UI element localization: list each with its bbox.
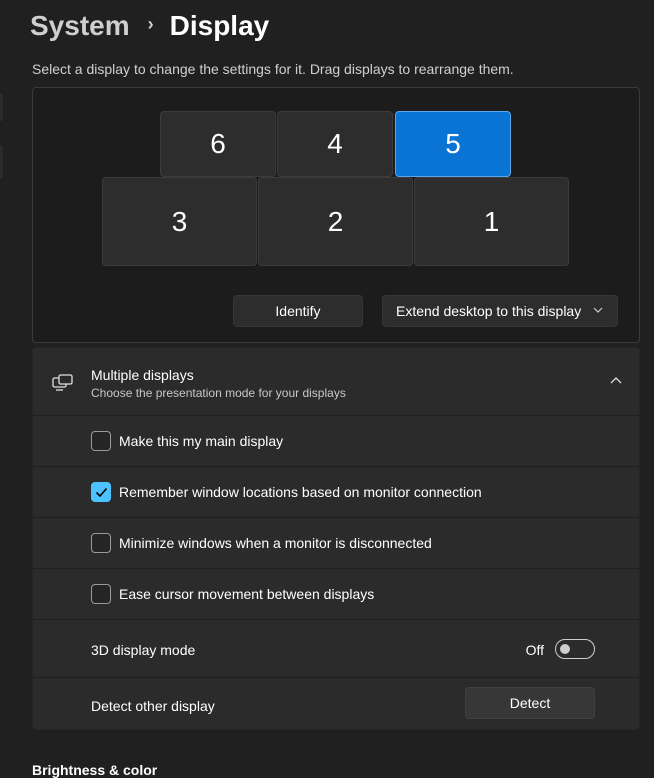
detect-display-row: Detect other display Detect: [33, 678, 639, 730]
detect-button[interactable]: Detect: [465, 687, 595, 719]
option-label: Ease cursor movement between displays: [119, 586, 375, 602]
ease-cursor-checkbox[interactable]: [91, 584, 111, 604]
section-subtitle: Choose the presentation mode for your di…: [91, 386, 346, 400]
three-d-toggle[interactable]: [555, 639, 595, 659]
display-arrangement-panel: 6 4 5 3 2 1 Identify Extend desktop to t…: [32, 87, 640, 343]
nav-pane-edge: [0, 93, 3, 121]
arrange-hint: Select a display to change the settings …: [32, 61, 514, 77]
page-title: Display: [169, 10, 270, 41]
chevron-right-icon: ›: [147, 13, 154, 34]
display-mode-value: Extend desktop to this display: [396, 303, 582, 319]
option-label: Make this my main display: [119, 433, 284, 449]
multiple-displays-header[interactable]: Multiple displays Choose the presentatio…: [33, 348, 639, 416]
three-d-label: 3D display mode: [91, 642, 196, 658]
display-mode-select[interactable]: Extend desktop to this display: [382, 295, 618, 327]
monitor-2[interactable]: 2: [258, 177, 413, 266]
detect-label: Detect other display: [91, 698, 215, 714]
monitor-5[interactable]: 5: [395, 111, 511, 177]
multiple-displays-icon: [52, 374, 74, 392]
toggle-knob: [560, 644, 570, 654]
minimize-windows-checkbox[interactable]: [91, 533, 111, 553]
three-d-display-row: 3D display mode Off: [33, 620, 639, 678]
option-remember-window-locations[interactable]: Remember window locations based on monit…: [33, 467, 639, 518]
multiple-displays-section: Multiple displays Choose the presentatio…: [32, 347, 640, 730]
monitor-1[interactable]: 1: [414, 177, 569, 266]
breadcrumb: System › Display: [30, 6, 269, 46]
option-ease-cursor[interactable]: Ease cursor movement between displays: [33, 569, 639, 620]
option-label: Remember window locations based on monit…: [119, 484, 482, 500]
monitor-3[interactable]: 3: [102, 177, 257, 266]
remember-locations-checkbox[interactable]: [91, 482, 111, 502]
nav-pane-edge: [0, 145, 3, 179]
chevron-down-icon: [593, 304, 603, 318]
toggle-state-text: Off: [525, 642, 544, 658]
breadcrumb-system[interactable]: System: [30, 10, 130, 42]
option-label: Minimize windows when a monitor is disco…: [119, 535, 432, 551]
main-display-checkbox[interactable]: [91, 431, 111, 451]
option-main-display[interactable]: Make this my main display: [33, 416, 639, 467]
section-title: Multiple displays: [91, 367, 194, 383]
brightness-color-heading: Brightness & color: [32, 762, 158, 778]
chevron-up-icon[interactable]: [609, 374, 623, 388]
monitor-4[interactable]: 4: [277, 111, 393, 177]
identify-button[interactable]: Identify: [233, 295, 363, 327]
monitor-6[interactable]: 6: [160, 111, 276, 177]
option-minimize-windows[interactable]: Minimize windows when a monitor is disco…: [33, 518, 639, 569]
